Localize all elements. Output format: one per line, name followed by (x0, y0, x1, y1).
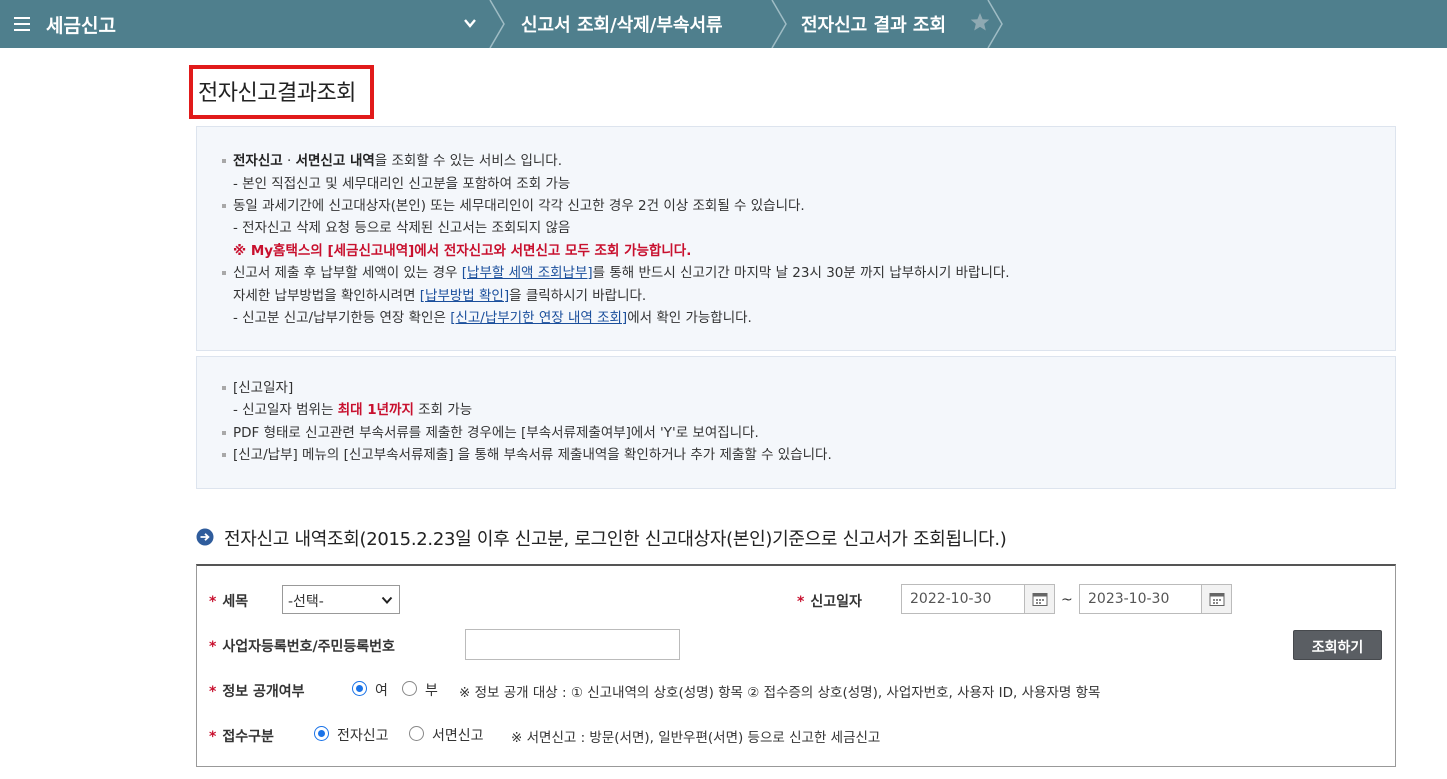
top-navigation-bar: 세금신고 신고서 조회/삭제/부속서류 전자신고 결과 조회 (0, 0, 1447, 48)
menu-icon[interactable] (14, 13, 30, 33)
deadline-extension-link[interactable]: [신고/납부기한 연장 내역 조회] (450, 310, 627, 326)
breadcrumb-separator (771, 0, 787, 48)
arrow-right-circle-icon (196, 528, 214, 546)
app-title[interactable]: 세금신고 (46, 11, 116, 38)
tax-item-select[interactable]: -선택- (282, 585, 400, 614)
info-line: - 신고분 신고/납부기한등 연장 확인은 [신고/납부기한 연장 내역 조회]… (233, 310, 752, 326)
disclosure-yes-radio[interactable] (352, 681, 367, 696)
disclosure-no-label[interactable]: 부 (425, 680, 438, 700)
date-from-input[interactable]: 2022-10-30 (901, 584, 1025, 614)
receipt-electronic-radio[interactable] (314, 726, 329, 741)
calendar-icon (1209, 593, 1225, 606)
info-line: 자세한 납부방법을 확인하시려면 [납부방법 확인]을 클릭하시기 바랍니다. (233, 288, 647, 304)
calendar-to-button[interactable] (1201, 584, 1232, 614)
date-to-input[interactable]: 2023-10-30 (1079, 584, 1203, 614)
chevron-down-icon (381, 596, 393, 604)
calendar-icon (1032, 593, 1048, 606)
payment-method-link[interactable]: [납부방법 확인] (420, 288, 509, 304)
info-line: [신고/납부] 메뉴의 [신고부속서류제출] 을 통해 부속서류 제출내역을 확… (222, 447, 832, 463)
info-box-dates: [신고일자] - 신고일자 범위는 최대 1년까지 조회 가능 PDF 형태로 … (196, 356, 1396, 489)
info-line: 동일 과세기간에 신고대상자(본인) 또는 세무대리인이 각각 신고한 경우 2… (222, 198, 805, 214)
registration-number-label: * 사업자등록번호/주민등록번호 (209, 639, 395, 655)
receipt-note: ※ 서면신고 : 방문(서면), 일반우편(서면) 등으로 신고한 세금신고 (511, 730, 881, 746)
receipt-paper-label[interactable]: 서면신고 (432, 725, 484, 745)
search-form: * 세목 -선택- * 신고일자 2022-10-30 ~ 2023-10-30 *… (196, 564, 1396, 767)
registration-number-input[interactable] (465, 629, 680, 660)
info-line: - 신고일자 범위는 최대 1년까지 조회 가능 (233, 402, 473, 418)
info-line-notice: ※ My홈택스의 [세금신고내역]에서 전자신고와 서면신고 모두 조회 가능합… (233, 243, 692, 259)
info-line: [신고일자] (221, 380, 294, 396)
receipt-electronic-label[interactable]: 전자신고 (337, 725, 389, 745)
breadcrumb-item-current[interactable]: 전자신고 결과 조회 (801, 11, 946, 37)
info-line: - 본인 직접신고 및 세무대리인 신고분을 포함하여 조회 가능 (233, 176, 571, 192)
chevron-down-icon[interactable] (461, 14, 479, 32)
calendar-from-button[interactable] (1024, 584, 1055, 614)
search-button[interactable]: 조회하기 (1293, 630, 1382, 660)
tax-item-label: * 세목 (209, 594, 249, 610)
disclosure-yes-label[interactable]: 여 (375, 680, 388, 700)
info-line: 신고서 제출 후 납부할 세액이 있는 경우 [납부할 세액 조회납부]를 통해… (222, 265, 1010, 281)
receipt-paper-radio[interactable] (409, 726, 424, 741)
disclosure-label: * 정보 공개여부 (209, 684, 305, 700)
breadcrumb-item-documents[interactable]: 신고서 조회/삭제/부속서류 (521, 11, 723, 37)
disclosure-note: ※ 정보 공개 대상 : ① 신고내역의 상호(성명) 항목 ② 접수증의 상호… (459, 685, 1101, 701)
pay-tax-link[interactable]: [납부할 세액 조회납부] (462, 265, 593, 281)
info-box-service: 전자신고 · 서면신고 내역을 조회할 수 있는 서비스 입니다. - 본인 직… (196, 126, 1396, 351)
info-line: 전자신고 · 서면신고 내역을 조회할 수 있는 서비스 입니다. (221, 153, 563, 169)
info-line: - 전자신고 삭제 요청 등으로 삭제된 신고서는 조회되지 않음 (233, 220, 571, 236)
section-title: 전자신고 내역조회(2015.2.23일 이후 신고분, 로그인한 신고대상자(… (224, 529, 1007, 550)
breadcrumb-separator (489, 0, 505, 48)
breadcrumb-separator (987, 0, 1003, 48)
info-line: PDF 형태로 신고관련 부속서류를 제출한 경우에는 [부속서류제출여부]에서… (222, 425, 759, 441)
report-date-label: * 신고일자 (797, 594, 862, 610)
date-range-separator: ~ (1061, 592, 1073, 608)
receipt-type-label: * 접수구분 (209, 729, 274, 745)
page-title: 전자신고결과조회 (189, 65, 374, 119)
disclosure-no-radio[interactable] (402, 681, 417, 696)
